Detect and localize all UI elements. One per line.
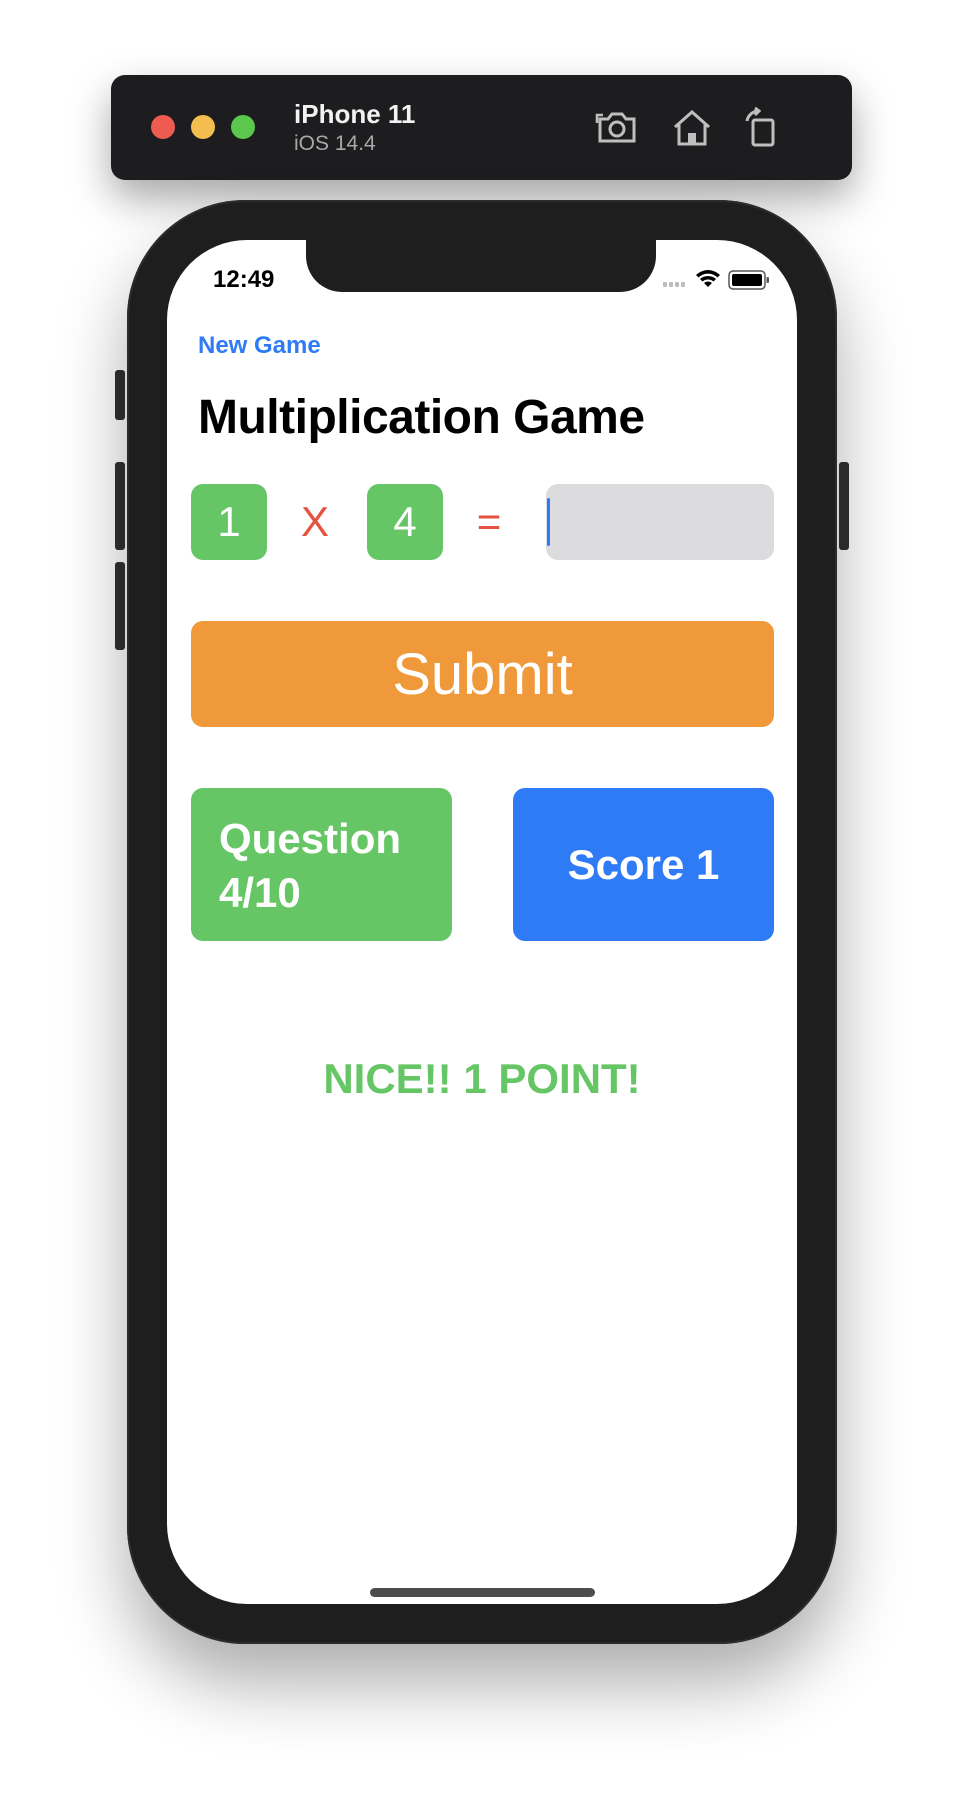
question-counter-card: Question 4/10: [191, 788, 452, 941]
multiply-operator: X: [300, 498, 329, 545]
volume-up-button: [115, 462, 125, 550]
zoom-window-button[interactable]: [231, 115, 255, 139]
score-card: Score 1: [513, 788, 774, 941]
wifi-icon: [696, 270, 720, 287]
equals-sign: =: [476, 498, 502, 545]
feedback-message: NICE!! 1 POINT!: [323, 1055, 641, 1102]
signal-icon: [663, 282, 685, 287]
text-caret: [547, 498, 550, 546]
app-screen: 12:49 New Game Multiplication Game 1 X 4: [167, 240, 797, 1604]
volume-down-button: [115, 562, 125, 650]
status-time: 12:49: [213, 266, 275, 293]
home-indicator[interactable]: [370, 1588, 595, 1597]
rotate-icon[interactable]: [739, 105, 785, 151]
status-icons: [661, 266, 771, 292]
new-game-button[interactable]: New Game: [198, 332, 321, 360]
answer-input[interactable]: [546, 484, 774, 560]
second-operand: 4: [367, 484, 443, 560]
os-version: iOS 14.4: [294, 132, 376, 155]
score-label: Score 1: [567, 840, 720, 888]
notch: [306, 240, 656, 292]
first-operand: 1: [191, 484, 267, 560]
minimize-window-button[interactable]: [191, 115, 215, 139]
simulator-title-bar: iPhone 11 iOS 14.4: [111, 75, 852, 180]
screenshot-icon[interactable]: [594, 105, 640, 151]
home-icon[interactable]: [669, 105, 715, 151]
battery-icon: [728, 270, 769, 290]
close-window-button[interactable]: [151, 115, 175, 139]
question-progress: 4/10: [219, 869, 301, 916]
mute-switch: [115, 370, 125, 420]
submit-button[interactable]: Submit: [191, 621, 774, 727]
device-name: iPhone 11: [294, 99, 416, 129]
question-label: Question: [219, 815, 402, 862]
page-title: Multiplication Game: [198, 391, 645, 444]
power-button: [839, 462, 849, 550]
